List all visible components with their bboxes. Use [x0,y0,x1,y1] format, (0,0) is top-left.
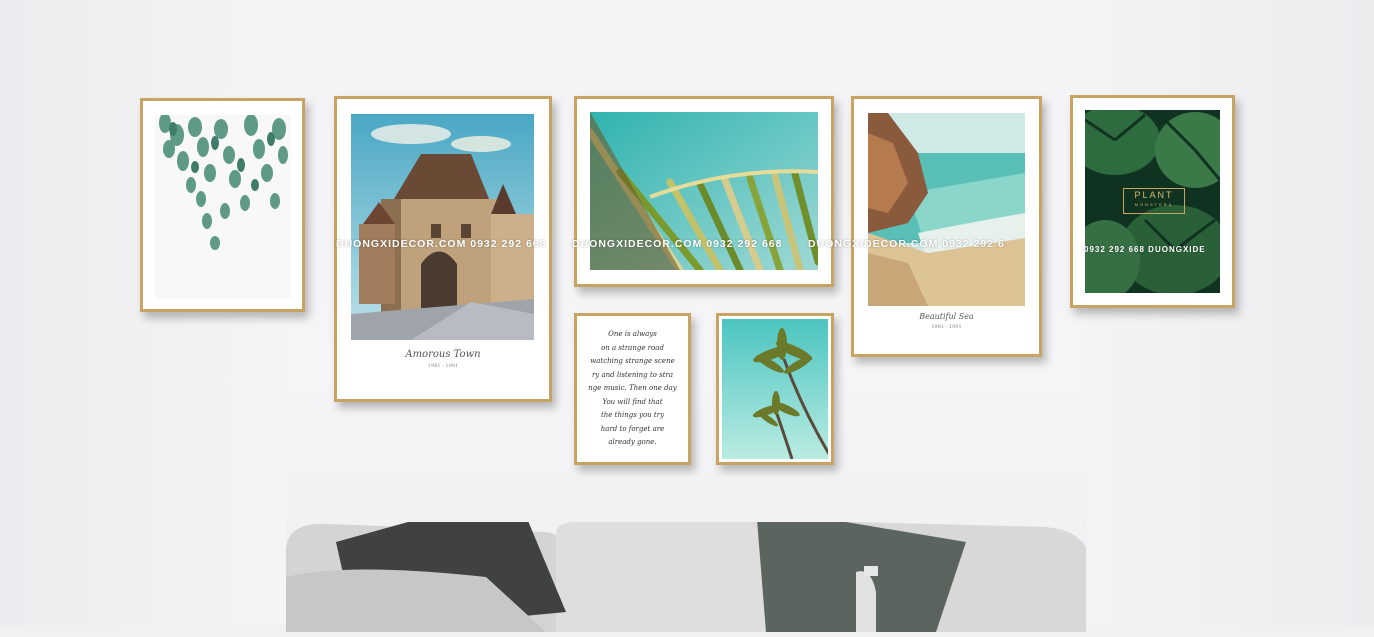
beach-photo [868,113,1025,306]
frame-quote: One is always on a strange road watching… [574,313,691,465]
quote-line: the things you try [600,411,665,419]
old-town-photo [351,114,534,340]
watermark: DUONGXIDECOR.COM 0932 292 6 [808,238,1005,250]
frame-palm-leaf [574,96,834,287]
plant-logo-box: PLANT MONSTERA [1123,188,1185,214]
quote-line: One is always [608,330,657,338]
frame-plant-monstera: PLANT MONSTERA [1070,95,1235,308]
watermark: DUONGXIDECOR.COM 0932 292 668 [572,238,783,250]
watermark: 0932 292 668 DUONGXIDE [1084,245,1206,254]
beautiful-sea-caption: Beautiful Sea 1981 - 1991 [854,312,1039,330]
amorous-town-title: Amorous Town [405,349,481,360]
palm-trees-photo [722,319,828,459]
sofa [286,492,1086,632]
plant-subtitle: MONSTERA [1134,202,1174,207]
quote-line: hard to forget are [600,424,665,433]
quote-line: on a strange road [601,343,664,352]
quote-text: One is always on a strange road watching… [583,328,682,450]
quote-line: already gone. [608,438,657,446]
plant-title: PLANT [1134,190,1174,200]
amorous-town-date: 1981 - 1991 [427,363,459,369]
frame-eucalyptus [140,98,305,312]
monstera-photo: PLANT MONSTERA [1085,110,1220,293]
quote-line: You will find that [602,397,663,406]
amorous-town-caption: Amorous Town 1981 - 1991 [337,349,549,369]
watermark: DUONGXIDECOR.COM 0932 292 668 [336,238,547,250]
quote-line: nge music. Then one day [588,384,677,392]
quote-line: watching strange scene [590,357,675,365]
beautiful-sea-title: Beautiful Sea [919,312,974,321]
eucalyptus-art [155,115,291,299]
frame-beautiful-sea: Beautiful Sea 1981 - 1991 [851,96,1042,357]
quote-line: ry and listening to stra [591,370,674,379]
beautiful-sea-date: 1981 - 1991 [931,324,962,330]
frame-palm-trees [716,313,834,465]
